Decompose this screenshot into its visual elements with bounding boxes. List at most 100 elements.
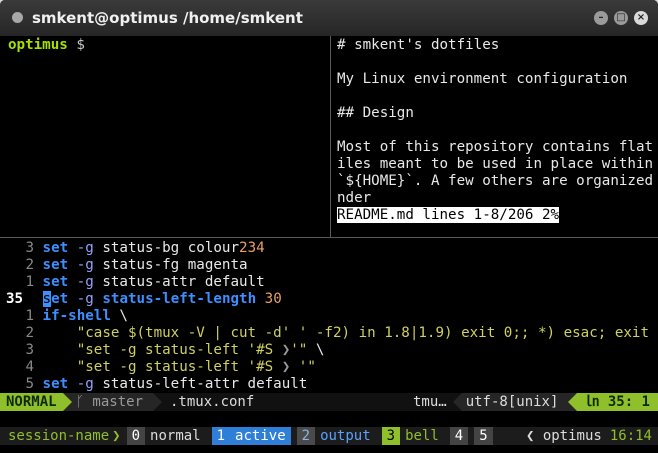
tmux-window-4[interactable]: 4 [449, 427, 469, 445]
tmux-session-name: session-name [8, 428, 110, 444]
tmux-host-name: optimus [542, 428, 602, 444]
line-number: 5 [25, 376, 34, 392]
close-button[interactable]: × [634, 11, 648, 25]
window-menu-icon[interactable] [12, 12, 23, 23]
pager-line: iles meant to be used in place within [337, 156, 654, 172]
statusline-fill [262, 393, 407, 411]
line-number: 35 [6, 291, 24, 307]
vim-editor[interactable]: 3 set -g status-bg colour234 2 set -g sta… [0, 240, 658, 393]
code-token: status-left-attr default [93, 376, 308, 392]
code-line: 3 set -g status-bg colour234 [0, 240, 265, 257]
tmux-window-name: normal [150, 428, 201, 444]
tmux-window-2[interactable]: 2 output [296, 427, 376, 445]
command-line[interactable] [0, 411, 658, 427]
tmux-window-name: bell [405, 428, 439, 444]
powerline-arrow-icon [62, 393, 72, 411]
line-number: 4 [25, 359, 34, 375]
window-title: smkent@optimus /home/smkent [32, 9, 303, 27]
code-token: "set -g status-left '#S [42, 359, 282, 375]
vim-statusline: NORMAL ᚴ master .tmux.conf tmu… utf-8[un… [0, 393, 658, 411]
code-token: -g [76, 291, 94, 307]
title-bar[interactable]: smkent@optimus /home/smkent – □ × [0, 0, 658, 36]
line-number: 3 [25, 342, 34, 358]
chevron-left-icon: ❮ [525, 428, 543, 444]
code-token: 30 [264, 291, 282, 307]
tmux-window-5[interactable]: 5 [474, 427, 493, 445]
tmux-clock: 16:14 [609, 428, 652, 444]
code-line: 2 "case $(tmux -V | cut -d' ' -f2) in 1.… [0, 325, 658, 342]
pager-line: nder [337, 190, 372, 206]
code-token: status-bg colour [93, 240, 240, 256]
file-encoding: utf-8[unix] [461, 393, 569, 411]
code-token: set [42, 240, 69, 256]
terminal-area[interactable]: optimus $ # smkent's dotfiles My Linux en… [0, 36, 658, 453]
tmux-window-1[interactable]: 1 active [211, 427, 291, 445]
branch-name: master [92, 394, 143, 410]
line-number-icon: ㏑ [585, 394, 608, 410]
tmux-window-name: active [230, 427, 291, 445]
line-number: 1 [25, 308, 34, 324]
code-token: ❯ [281, 342, 291, 358]
code-token: -g [76, 376, 94, 392]
code-token: \ [110, 308, 128, 324]
code-line: 5 set -g status-left-attr default [0, 376, 307, 393]
code-token: et [51, 291, 69, 307]
tmux-window-number: 4 [449, 427, 469, 445]
vim-mode: NORMAL [0, 393, 63, 411]
pager-line: ## Design [337, 105, 414, 121]
code-token: \ [307, 342, 325, 358]
code-token: -g [76, 240, 94, 256]
code-token: '" [290, 342, 308, 358]
code-token: if-shell [42, 308, 111, 324]
pager-status: README.md lines 1-8/206 2% [337, 207, 560, 223]
tmux-window-number: 2 [296, 427, 316, 445]
pager-line: My Linux environment configuration [337, 71, 628, 87]
code-line: 35 set -g status-left-length 30 [0, 291, 282, 308]
line-number: 3 [25, 240, 34, 256]
line-number: 1 [25, 274, 34, 290]
code-line: 4 "set -g status-left '#S ❯ '" [0, 359, 315, 376]
code-token: 234 [239, 240, 265, 256]
shell-pane[interactable]: optimus $ [0, 36, 330, 237]
powerline-arrow-left-icon [452, 393, 462, 411]
code-token: set [42, 376, 69, 392]
code-token: s [42, 291, 52, 307]
code-token: ❯ [281, 359, 291, 375]
pager-line: `${HOME}`. A few others are organized u [337, 173, 658, 189]
prompt-host: optimus [8, 37, 68, 53]
code-token: -g [76, 274, 94, 290]
code-token: set [42, 274, 69, 290]
maximize-button[interactable]: □ [614, 11, 628, 25]
line-number: 2 [25, 257, 34, 273]
minimize-button[interactable]: – [594, 11, 608, 25]
tmux-window-number: 3 [381, 427, 401, 445]
cursor-position: ㏑ 35: 1 [577, 393, 658, 411]
code-line: 3 "set -g status-left '#S ❯'" \ [0, 342, 324, 359]
pager-line: # smkent's dotfiles [337, 37, 500, 53]
code-token: set [42, 257, 69, 273]
code-line: 2 set -g status-fg magenta [0, 257, 248, 274]
tmux-window-3[interactable]: 3 bell [381, 427, 444, 445]
code-line: 1 set -g status-attr default [0, 274, 265, 291]
file-name: .tmux.conf [162, 393, 263, 411]
prompt-symbol: $ [76, 37, 85, 53]
code-token: status-attr default [93, 274, 265, 290]
pane-divider-horizontal[interactable] [0, 237, 658, 238]
code-token: "set -g status-left '#S [42, 342, 282, 358]
tmux-window-0[interactable]: 0 normal [126, 427, 206, 445]
powerline-arrow-icon [153, 393, 162, 411]
file-type: tmu… [406, 393, 453, 411]
tmux-window-number: 5 [474, 427, 493, 445]
code-token: status-left-length [93, 291, 257, 307]
code-token: status-fg magenta [93, 257, 248, 273]
tmux-window-number: 0 [126, 427, 146, 445]
pager-pane[interactable]: # smkent's dotfiles My Linux environment … [331, 36, 658, 237]
terminal-window: smkent@optimus /home/smkent – □ × optimu… [0, 0, 658, 453]
chevron-right-icon: ❯ [112, 428, 121, 444]
